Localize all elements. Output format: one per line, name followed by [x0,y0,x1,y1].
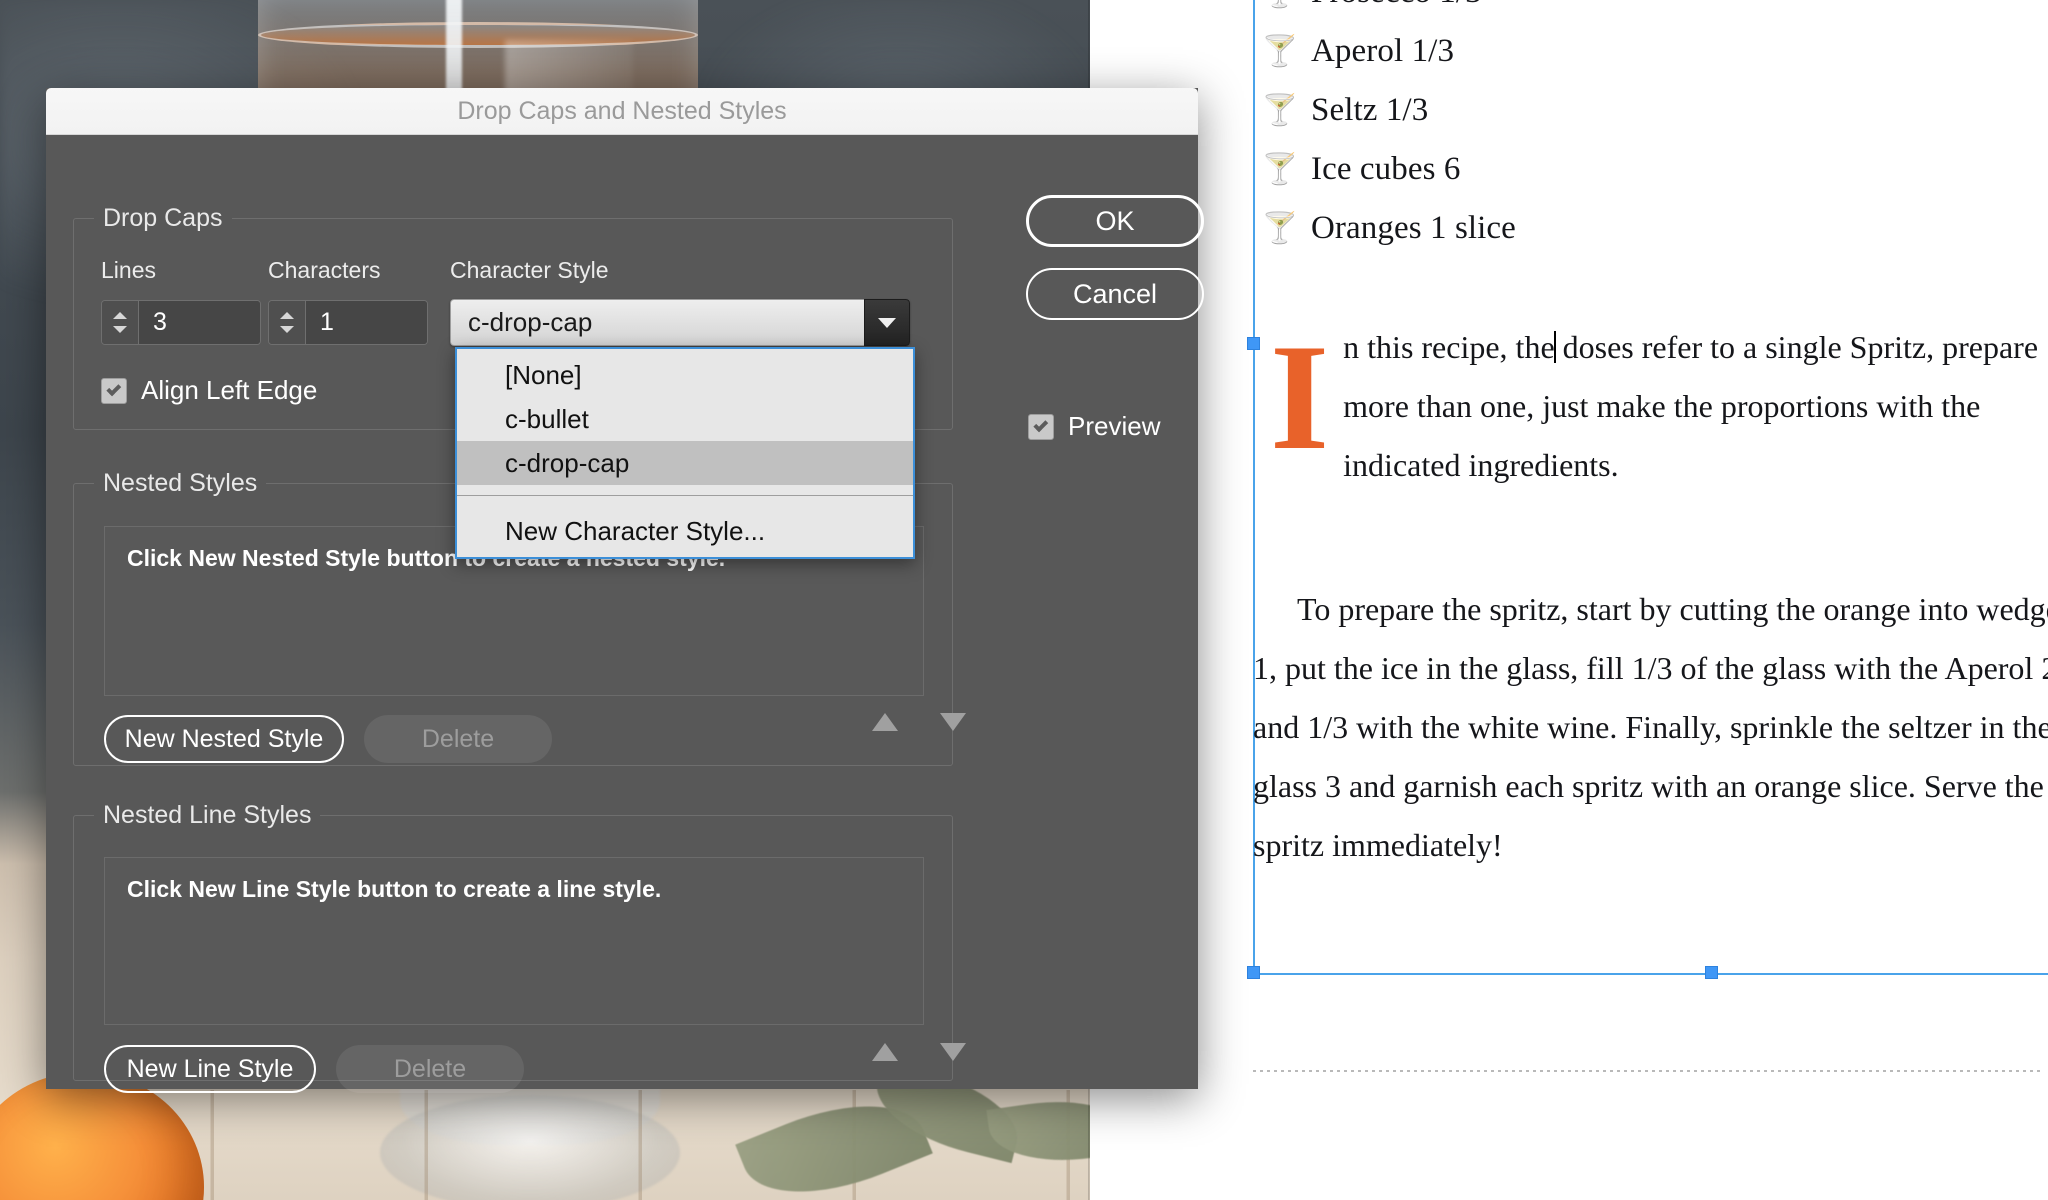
menu-separator [457,495,913,496]
delete-nested-style-button: Delete [364,715,552,763]
chevron-down-icon[interactable] [113,326,127,333]
cocktail-glass-icon: 🍸 [1261,212,1299,245]
align-left-edge-checkbox[interactable] [101,377,127,404]
character-style-selected-value[interactable]: c-drop-cap [450,299,864,346]
characters-stepper-buttons[interactable] [269,301,306,344]
drop-caps-and-nested-styles-dialog: Drop Caps and Nested Styles OK Cancel Pr… [46,88,1204,1093]
align-left-edge-label: Align Left Edge [141,375,318,405]
lines-label: Lines [101,257,156,283]
cancel-button[interactable]: Cancel [1026,268,1204,320]
ingredient-text: Seltz 1/3 [1311,92,1429,128]
screen: 🍸 Prosecco 1/3 🍸 Aperol 1/3 🍸 Seltz 1/3 … [0,0,2048,1200]
lines-input[interactable]: 3 [139,301,260,344]
ok-button[interactable]: OK [1026,195,1204,247]
frame-handle-bottom-left[interactable] [1247,966,1260,979]
cocktail-glass-icon: 🍸 [1261,35,1299,68]
ingredient-text: Aperol 1/3 [1311,33,1455,69]
ingredient-text: Prosecco 1/3 [1311,0,1482,11]
nested-styles-group-title: Nested Styles [94,469,267,498]
preview-label: Preview [1068,411,1161,441]
drop-caps-group-title: Drop Caps [94,204,232,233]
list-item: 🍸 Aperol 1/3 [1253,33,2048,92]
nested-line-styles-listbox[interactable]: Click New Line Style button to create a … [104,857,924,1025]
nested-line-styles-empty-hint: Click New Line Style button to create a … [127,876,662,902]
align-left-edge-checkbox-row[interactable]: Align Left Edge [101,375,317,406]
margin-guide [1253,1070,2043,1072]
menu-item-c-drop-cap[interactable]: c-drop-cap [457,441,913,485]
characters-label: Characters [268,257,381,283]
new-line-style-button[interactable]: New Line Style [104,1045,316,1093]
triangle-down-icon[interactable] [940,1043,966,1061]
cocktail-glass-icon: 🍸 [1253,0,1311,8]
new-nested-style-button[interactable]: New Nested Style [104,715,344,763]
chevron-up-icon[interactable] [280,312,294,319]
menu-item-c-bullet[interactable]: c-bullet [457,397,913,441]
dialog-body: OK Cancel Preview Drop Caps Lines 3 Char… [46,135,1204,1093]
checkmark-icon [1032,416,1048,432]
lines-stepper[interactable]: 3 [101,300,261,345]
recipe-paragraph-1: In this recipe, the doses refer to a sin… [1253,318,2048,495]
cocktail-glass-icon: 🍸 [1261,94,1299,127]
paragraph-1-text-before-caret: n this recipe, the [1343,329,1555,365]
preview-checkbox[interactable] [1028,413,1054,440]
list-item: 🍸 Seltz 1/3 [1253,92,2048,151]
checkmark-icon [105,380,121,396]
ingredient-text: Ice cubes 6 [1311,151,1461,187]
cocktail-glass-icon: 🍸 [1261,153,1299,186]
menu-item-none[interactable]: [None] [457,353,913,397]
delete-line-style-button: Delete [336,1045,524,1093]
dialog-title: Drop Caps and Nested Styles [457,96,787,125]
dialog-titlebar[interactable]: Drop Caps and Nested Styles [46,88,1198,135]
menu-item-new-character-style[interactable]: New Character Style... [457,509,913,553]
drop-cap-letter: I [1270,313,1330,481]
character-style-label: Character Style [450,257,609,283]
ingredient-list: 🍸 Prosecco 1/3 🍸 Aperol 1/3 🍸 Seltz 1/3 … [1253,0,2048,269]
list-item: 🍸 Oranges 1 slice [1253,210,2048,269]
characters-stepper[interactable]: 1 [268,300,428,345]
characters-input[interactable]: 1 [306,301,427,344]
triangle-up-icon[interactable] [872,713,898,731]
triangle-up-icon[interactable] [872,1043,898,1061]
lines-stepper-buttons[interactable] [102,301,139,344]
character-style-select[interactable]: c-drop-cap [450,299,910,346]
nested-line-styles-reorder-buttons[interactable] [872,1043,966,1061]
chevron-down-icon[interactable] [864,299,910,346]
frame-handle-bottom-middle[interactable] [1705,966,1718,979]
character-style-dropdown-menu[interactable]: [None] c-bullet c-drop-cap New Character… [455,347,915,559]
ingredient-text: Oranges 1 slice [1311,210,1516,246]
preview-checkbox-row[interactable]: Preview [1028,411,1160,442]
recipe-paragraph-2: To prepare the spritz, start by cutting … [1253,591,2048,863]
triangle-down-icon[interactable] [940,713,966,731]
chevron-down-icon[interactable] [280,326,294,333]
list-item: 🍸 Ice cubes 6 [1253,151,2048,210]
chevron-up-icon[interactable] [113,312,127,319]
list-item: 🍸 Prosecco 1/3 [1253,0,2048,33]
nested-line-styles-group-title: Nested Line Styles [94,801,321,830]
text-frame-bottom-edge [1253,973,2048,975]
nested-styles-reorder-buttons[interactable] [872,713,966,731]
